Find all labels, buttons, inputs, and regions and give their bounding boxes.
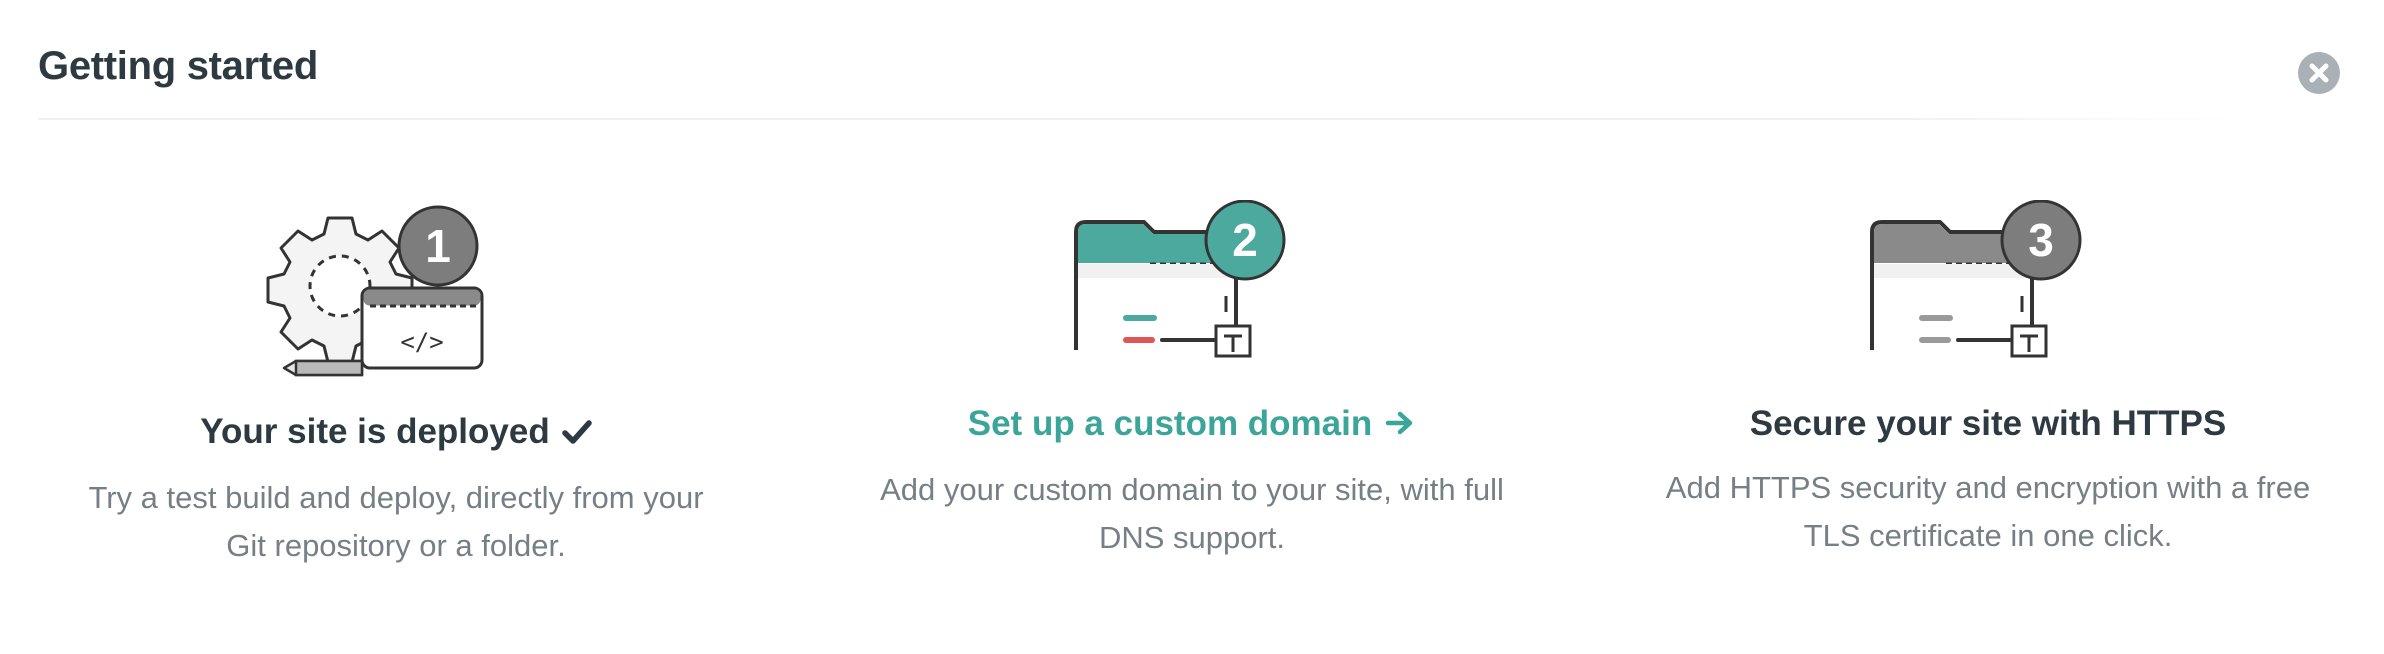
step-2-number: 2 [1232,214,1258,266]
step-3-description: Add HTTPS security and encryption with a… [1628,464,2348,560]
step-3-title-text: Secure your site with HTTPS [1749,404,2227,443]
step-1-desc-line-1: Try a test build and deploy, directly fr… [88,479,704,515]
folder-https-icon: 3 [1870,200,2082,358]
close-icon [2309,63,2329,83]
step-2-description: Add your custom domain to your site, wit… [832,466,1552,562]
arrow-right-icon [1384,404,1416,448]
step-1-description: Try a test build and deploy, directly fr… [36,474,756,570]
step-2-desc-line-2: DNS support. [1098,519,1286,555]
svg-text:</>: </> [400,328,443,356]
step-1-title-text: Your site is deployed [200,412,550,451]
step-2-desc-line-1: Add your custom domain to your site, wit… [880,471,1504,507]
check-icon [561,412,592,456]
step-custom-domain[interactable]: 2 Set up a custom domain Add your custom… [832,200,1552,562]
step-1-title: Your site is deployed [36,410,756,456]
step-3-desc-line-1: Add HTTPS security and encryption with a… [1665,470,2311,505]
step-2-title-link[interactable]: Set up a custom domain [832,402,1552,448]
step-3-desc-line-2: TLS certificate in one click. [1803,518,2173,553]
getting-started-panel: Getting started </> 1 Your site is deplo… [0,0,2384,654]
domain-illustration: 2 [832,200,1552,380]
step-https: 3 Secure your site with HTTPS Add HTTPS … [1628,200,2348,560]
step-1-desc-line-2: Git repository or a folder. [226,527,566,563]
step-3-title: Secure your site with HTTPS [1628,402,2348,446]
folder-domain-icon: 2 [1074,200,1286,358]
deploy-illustration: </> 1 [36,200,756,380]
step-deploy: </> 1 Your site is deployed Try a test b… [36,200,756,570]
close-button[interactable] [2298,52,2340,94]
gear-code-icon: </> 1 [266,205,484,377]
page-title: Getting started [38,44,318,88]
header-divider [38,118,2238,120]
step-2-title-text: Set up a custom domain [967,404,1373,443]
step-3-number: 3 [2028,214,2054,266]
step-1-number: 1 [425,220,451,272]
https-illustration: 3 [1628,200,2348,380]
